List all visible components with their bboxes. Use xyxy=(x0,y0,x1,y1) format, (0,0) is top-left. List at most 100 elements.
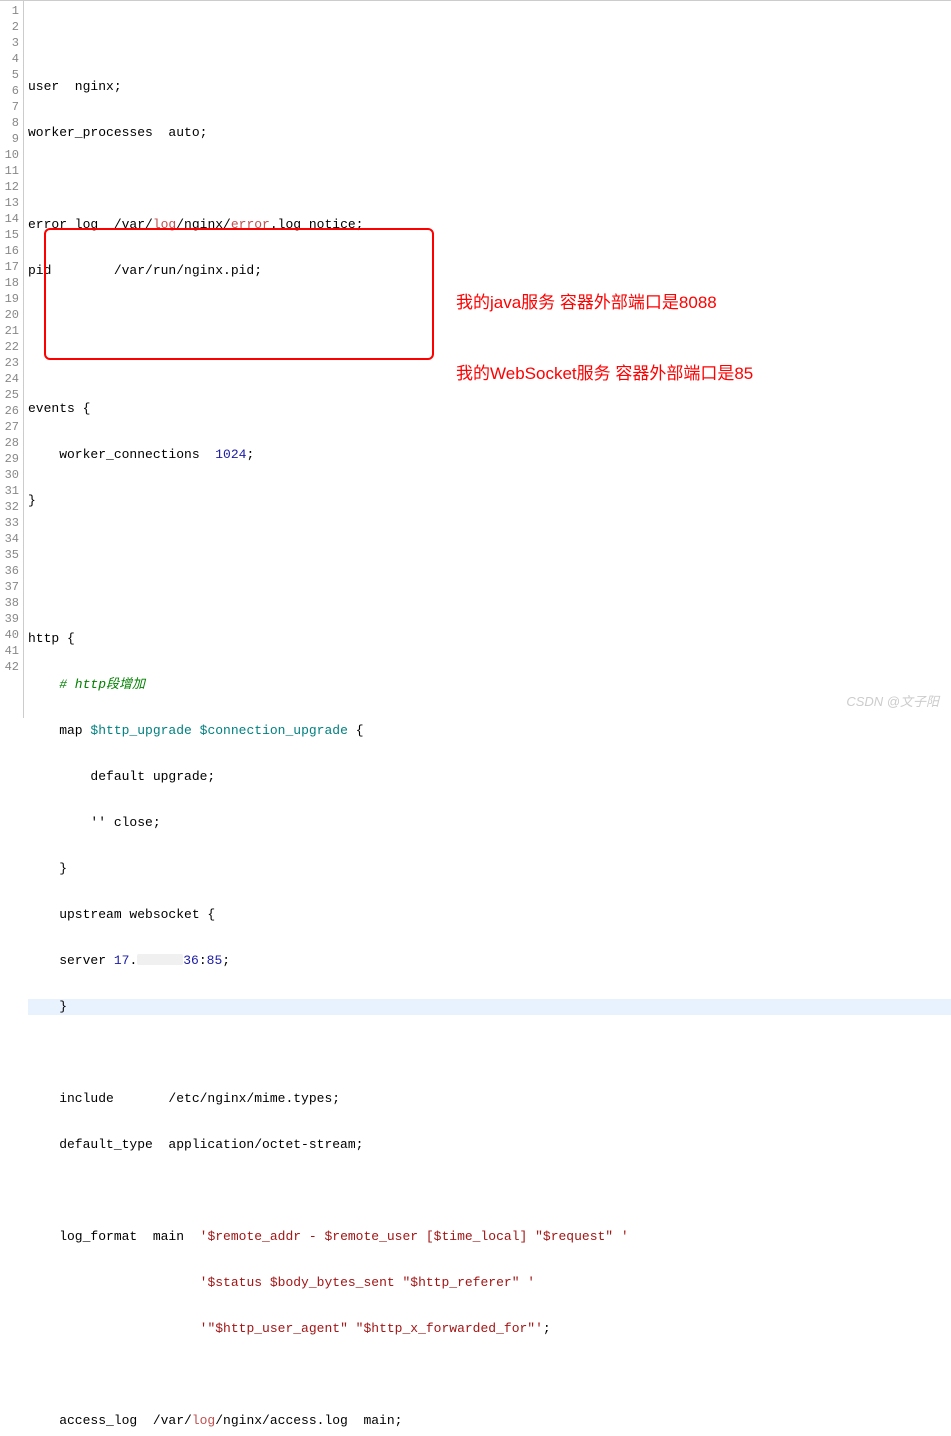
tok xyxy=(192,723,200,738)
line-number: 11 xyxy=(0,163,23,179)
code-line: '"$http_user_agent" "$http_x_forwarded_f… xyxy=(28,1321,951,1337)
tok: : xyxy=(199,953,207,968)
line-number: 36 xyxy=(0,563,23,579)
line-number: 10 xyxy=(0,147,23,163)
annotation-line: 我的java服务 容器外部端口是8088 xyxy=(456,291,753,315)
code-line: default upgrade; xyxy=(28,769,951,785)
tok-var: $connection_upgrade xyxy=(200,723,348,738)
code-line: map $http_upgrade $connection_upgrade { xyxy=(28,723,951,739)
line-number: 27 xyxy=(0,419,23,435)
code-line: user nginx; xyxy=(28,79,951,95)
line-number: 35 xyxy=(0,547,23,563)
tok: ; xyxy=(222,953,230,968)
code-line xyxy=(28,585,951,601)
line-number: 14 xyxy=(0,211,23,227)
tok: 85 xyxy=(207,953,223,968)
code-line: error_log /var/log/nginx/error.log notic… xyxy=(28,217,951,233)
code-line: '$status $body_bytes_sent "$http_referer… xyxy=(28,1275,951,1291)
line-number: 7 xyxy=(0,99,23,115)
tok: worker_connections xyxy=(28,447,215,462)
line-number: 19 xyxy=(0,291,23,307)
tok: 36 xyxy=(183,953,199,968)
annotation-text: 我的java服务 容器外部端口是8088 我的WebSocket服务 容器外部端… xyxy=(456,243,753,433)
code-line xyxy=(28,1045,951,1061)
line-number: 16 xyxy=(0,243,23,259)
line-number: 34 xyxy=(0,531,23,547)
code-line: # http段增加 xyxy=(28,677,951,693)
code-editor: 1234567891011121314151617181920212223242… xyxy=(0,0,951,718)
line-number: 15 xyxy=(0,227,23,243)
tok xyxy=(28,1275,200,1290)
tok: 17 xyxy=(114,953,130,968)
tok: user nginx; xyxy=(28,79,122,94)
line-number: 20 xyxy=(0,307,23,323)
code-area[interactable]: user nginx; worker_processes auto; error… xyxy=(24,1,951,718)
tok: log xyxy=(192,1413,215,1428)
tok: .log notice; xyxy=(270,217,364,232)
line-number: 25 xyxy=(0,387,23,403)
line-number: 42 xyxy=(0,659,23,675)
tok: events { xyxy=(28,401,90,416)
line-number: 9 xyxy=(0,131,23,147)
line-number: 13 xyxy=(0,195,23,211)
line-number: 3 xyxy=(0,35,23,51)
tok: worker_processes auto; xyxy=(28,125,207,140)
line-number: 18 xyxy=(0,275,23,291)
line-number: 4 xyxy=(0,51,23,67)
tok: ; xyxy=(543,1321,551,1336)
tok-str: '$remote_addr - $remote_user [$time_loca… xyxy=(200,1229,629,1244)
line-number: 1 xyxy=(0,3,23,19)
line-number: 8 xyxy=(0,115,23,131)
code-line xyxy=(28,171,951,187)
code-line: } xyxy=(28,861,951,877)
code-line: log_format main '$remote_addr - $remote_… xyxy=(28,1229,951,1245)
line-number: 39 xyxy=(0,611,23,627)
annotation-line: 我的WebSocket服务 容器外部端口是85 xyxy=(456,362,753,386)
redacted-ip: xx xyxy=(137,954,183,965)
line-number: 21 xyxy=(0,323,23,339)
code-line: '' close; xyxy=(28,815,951,831)
line-number: 17 xyxy=(0,259,23,275)
highlight-box xyxy=(44,228,434,360)
line-number: 24 xyxy=(0,371,23,387)
code-line: default_type application/octet-stream; xyxy=(28,1137,951,1153)
line-number: 31 xyxy=(0,483,23,499)
tok: /nginx/access.log main; xyxy=(215,1413,402,1428)
line-number: 33 xyxy=(0,515,23,531)
tok: pid /var/run/nginx.pid; xyxy=(28,263,262,278)
tok: /nginx/ xyxy=(176,217,231,232)
line-number: 5 xyxy=(0,67,23,83)
tok: ; xyxy=(246,447,254,462)
line-number: 32 xyxy=(0,499,23,515)
tok-str: '$status $body_bytes_sent "$http_referer… xyxy=(200,1275,535,1290)
tok-comment: # http段增加 xyxy=(28,677,145,692)
tok: map xyxy=(28,723,90,738)
tok: log xyxy=(153,217,176,232)
tok: include /etc/nginx/mime.types; xyxy=(28,1091,340,1106)
tok: default_type application/octet-stream; xyxy=(28,1137,363,1152)
tok-var: $http_upgrade xyxy=(90,723,191,738)
tok: upstream websocket { xyxy=(28,907,215,922)
tok-str: '"$http_user_agent" "$http_x_forwarded_f… xyxy=(200,1321,543,1336)
line-number: 38 xyxy=(0,595,23,611)
watermark: CSDN @文子阳 xyxy=(846,691,939,710)
code-line: } xyxy=(28,493,951,509)
tok: server xyxy=(28,953,114,968)
line-number: 23 xyxy=(0,355,23,371)
line-number: 26 xyxy=(0,403,23,419)
code-line: upstream websocket { xyxy=(28,907,951,923)
tok: default upgrade; xyxy=(28,769,215,784)
code-line-highlighted: } xyxy=(28,999,951,1015)
line-number: 28 xyxy=(0,435,23,451)
tok: error xyxy=(231,217,270,232)
line-number: 22 xyxy=(0,339,23,355)
tok: error_log /var/ xyxy=(28,217,153,232)
tok: . xyxy=(129,953,137,968)
code-line xyxy=(28,1367,951,1383)
line-number: 30 xyxy=(0,467,23,483)
code-line: worker_processes auto; xyxy=(28,125,951,141)
line-number: 37 xyxy=(0,579,23,595)
tok: 1024 xyxy=(215,447,246,462)
tok: } xyxy=(28,999,67,1014)
tok: { xyxy=(348,723,364,738)
